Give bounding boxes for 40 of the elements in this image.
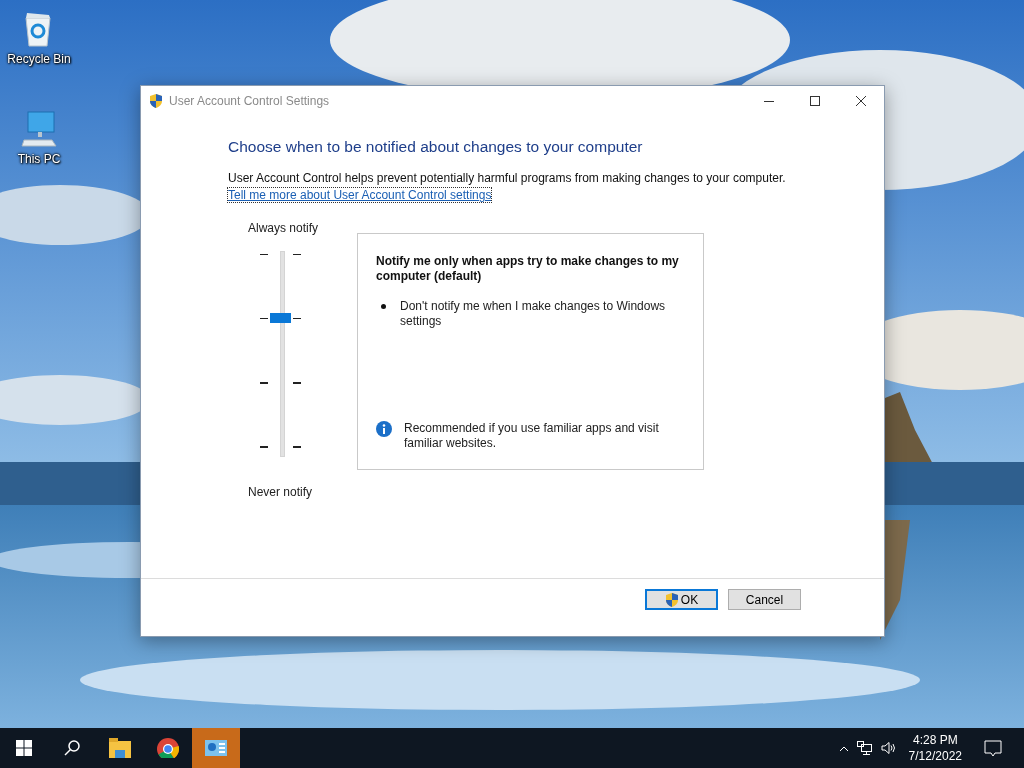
shield-icon [664, 591, 679, 608]
slider-tick [293, 382, 301, 384]
close-icon[interactable] [856, 96, 866, 106]
slider-tick [260, 382, 268, 384]
speaker-icon[interactable] [880, 741, 897, 755]
clock-time[interactable]: 4:28 PM [912, 732, 958, 748]
network-icon[interactable] [856, 740, 873, 756]
slider-tick [260, 253, 268, 255]
settings-window-icon [205, 738, 227, 758]
computer-icon[interactable] [20, 110, 58, 148]
clock-date[interactable]: 7/12/2022 [908, 748, 962, 764]
bullet-icon [381, 304, 386, 309]
dialog-button[interactable]: OK [645, 589, 718, 610]
page-heading: Choose when to be notified about changes to your computer [228, 138, 644, 156]
folder-icon [109, 738, 131, 758]
bullet-text: Don't notify me when I make changes to Windows settings [400, 299, 667, 329]
dialog-button[interactable]: Cancel [728, 589, 801, 610]
shield-icon [149, 93, 163, 109]
slider-top-label: Always notify [248, 221, 320, 237]
slider-bottom-label: Never notify [248, 485, 314, 501]
desktop-icon-label[interactable]: This PC [17, 152, 61, 166]
slider-tick [293, 446, 301, 448]
search-icon [64, 740, 80, 756]
slider-tick [293, 253, 301, 255]
description-text: User Account Control helps prevent potentially harmful programs from making changes to your computer. [228, 171, 787, 185]
help-link[interactable]: Tell me more about User Account Control settings [228, 188, 492, 202]
slider-track[interactable] [280, 251, 285, 457]
slider-thumb[interactable] [270, 313, 291, 324]
slider-tick [260, 446, 268, 448]
browser-icon [157, 738, 179, 758]
slider-tick [293, 317, 301, 320]
window-title: User Account Control Settings [169, 94, 331, 108]
desktop-icon-label[interactable]: Recycle Bin [7, 52, 71, 66]
panel-title: Notify me only when apps try to make changes to my computer (default) [376, 254, 680, 284]
windows-logo-icon [16, 740, 32, 756]
maximize-icon[interactable] [810, 96, 820, 106]
note-text: Recommended if you use familiar apps and visit familiar websites. [404, 421, 660, 451]
notification-icon[interactable] [984, 739, 1002, 757]
slider-tick [260, 317, 268, 320]
info-icon [376, 421, 392, 437]
